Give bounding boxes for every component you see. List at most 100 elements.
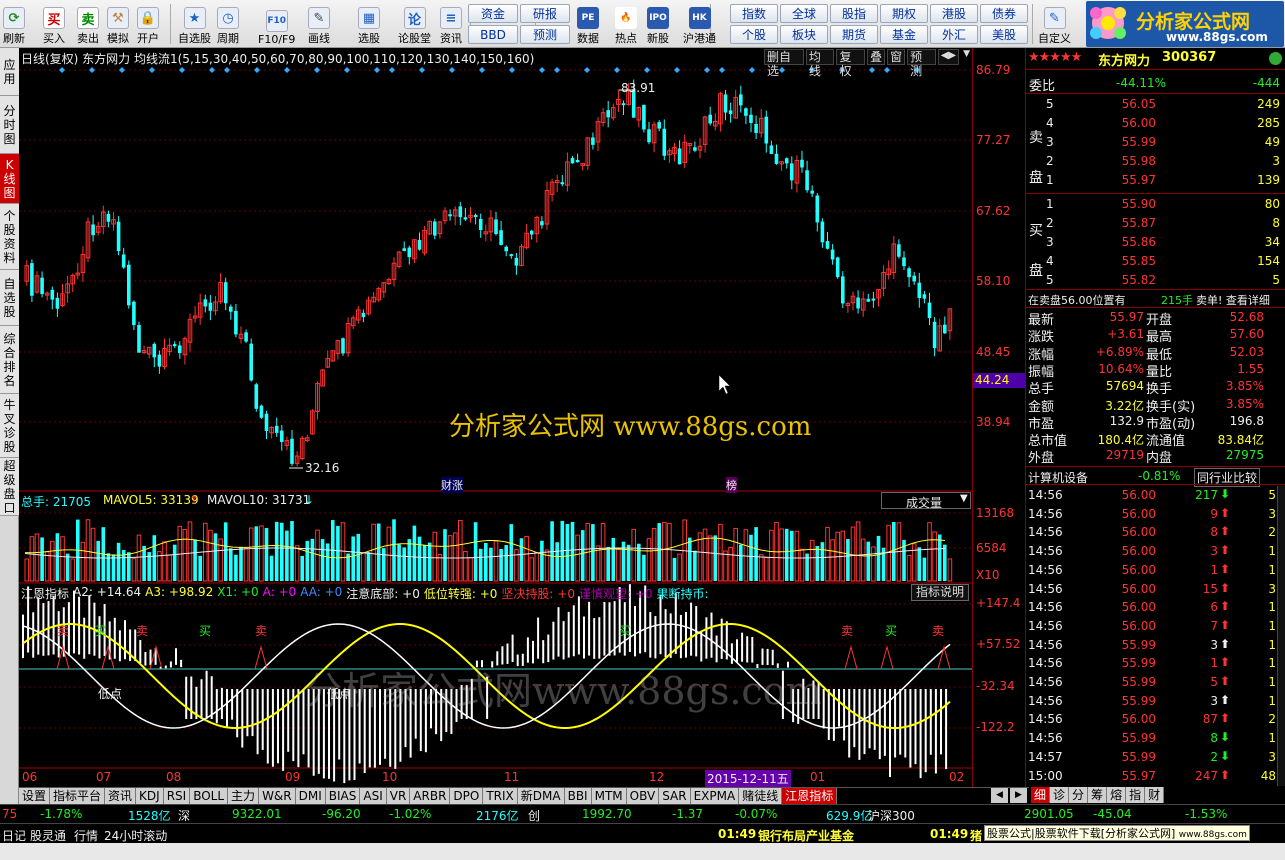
toolbar-lock-button[interactable]: 🔒 开户 [137, 2, 159, 46]
toolbar-discuss-button[interactable]: 论论股堂 [398, 2, 431, 46]
toolbar-star-button[interactable]: ★ 自选股 [178, 2, 211, 46]
ask-row[interactable]: 5 56.05 249 [1026, 95, 1285, 114]
toolbar-buy-button[interactable]: 买买入 [43, 2, 65, 46]
bid-row[interactable]: 1 55.90 80 [1026, 195, 1285, 214]
left-tab-1[interactable]: 分时图 [0, 96, 19, 154]
toolbar-clock-button[interactable]: ◷ 周期 [217, 2, 239, 46]
toolbar-pen-button[interactable]: ✎ 画线 [308, 2, 330, 46]
indicator-tab[interactable]: 资讯 [105, 788, 137, 804]
chart-tool-button[interactable]: 删自选 [764, 49, 804, 78]
scroll-left-icon[interactable]: ◀ [991, 788, 1008, 803]
chart-tool-button[interactable]: 预测 [907, 49, 936, 78]
toolbar-screen-button[interactable]: ▦ 选股 [358, 2, 380, 46]
event-mark[interactable]: 财涨 [441, 477, 463, 493]
right-tab[interactable]: 指 [1126, 787, 1146, 803]
ask-row[interactable]: 1 55.97 139 [1026, 171, 1285, 190]
toolbar-text-button[interactable]: 资金 [468, 4, 518, 23]
toolbar-market-button[interactable]: 外汇 [930, 25, 978, 44]
indicator-tab[interactable]: SAR [659, 788, 691, 804]
indicator-tab[interactable]: ARBR [410, 788, 451, 804]
order-detail-link[interactable]: 卖单! 查看详细 [1196, 292, 1270, 308]
indicator-tab[interactable]: BOLL [190, 788, 229, 804]
news-scroll-link[interactable]: 24小时滚动 [104, 827, 167, 844]
bid-row[interactable]: 2 55.87 8 [1026, 214, 1285, 233]
indicator-tab[interactable]: KDJ [136, 788, 164, 804]
guling-link[interactable]: 股灵通 [30, 827, 66, 844]
toolbar-gavel-button[interactable]: ⚒ 模拟 [107, 2, 129, 46]
indicator-tab[interactable]: DPO [450, 788, 484, 804]
bid-row[interactable]: 5 55.82 5 [1026, 271, 1285, 290]
right-tab[interactable]: 财 [1145, 787, 1165, 803]
indicator-tab[interactable]: TRIX [483, 788, 518, 804]
diary-link[interactable]: 日记 [2, 827, 26, 844]
indicator-tab[interactable]: ASI [360, 788, 387, 804]
toolbar-market-button[interactable]: 期货 [830, 25, 878, 44]
indicator-tab[interactable]: 赌徒线 [739, 788, 783, 804]
indicator-tab[interactable]: 新DMA [517, 788, 565, 804]
left-tab-3[interactable]: 个股资料 [0, 204, 19, 270]
indicator-tab[interactable]: BBI [564, 788, 592, 804]
toolbar-hk-button[interactable]: HK 沪港通 [683, 2, 716, 46]
indicator-tab[interactable]: 指标平台 [50, 788, 106, 804]
toolbar-fire-button[interactable]: 🔥 热点 [615, 2, 637, 46]
toolbar-pe-button[interactable]: PE 数据 [577, 2, 599, 46]
right-tab[interactable]: 诊 [1050, 787, 1070, 803]
left-tab-4[interactable]: 自选股 [0, 270, 19, 326]
news-headline[interactable]: 银行布局产业基金 [758, 827, 854, 844]
toolbar-market-button[interactable]: 板块 [780, 25, 828, 44]
right-tab[interactable]: 分 [1069, 787, 1089, 803]
chevron-down-icon[interactable]: ▼ [961, 49, 972, 65]
toolbar-market-button[interactable]: 债券 [980, 4, 1028, 23]
indicator-tab[interactable]: 主力 [228, 788, 260, 804]
scroll-right-icon[interactable]: ▶ [1010, 788, 1027, 803]
quote-link[interactable]: 行情 [74, 827, 98, 844]
ask-row[interactable]: 2 55.98 3 [1026, 152, 1285, 171]
toolbar-market-button[interactable]: 港股 [930, 4, 978, 23]
tick-scrollbar[interactable] [1277, 486, 1285, 786]
indicator-help-button[interactable]: 指标说明 [911, 584, 969, 601]
ask-row[interactable]: 3 55.99 49 [1026, 133, 1285, 152]
event-mark[interactable]: 榜 [726, 477, 737, 493]
indicator-tab[interactable]: BIAS [325, 788, 361, 804]
right-tab[interactable]: 熔 [1107, 787, 1127, 803]
chart-tool-button[interactable]: 窗 [887, 49, 906, 65]
bid-row[interactable]: 4 55.85 154 [1026, 252, 1285, 271]
toolbar-text-button[interactable]: 研报 [520, 4, 570, 23]
toolbar-f10-button[interactable]: F10 F10/F9 [258, 2, 295, 46]
left-tab-5[interactable]: 综合排名 [0, 326, 19, 394]
ask-row[interactable]: 4 56.00 285 [1026, 114, 1285, 133]
toolbar-market-button[interactable]: 个股 [730, 25, 778, 44]
indicator-tab[interactable]: MTM [591, 788, 627, 804]
toolbar-market-button[interactable]: 美股 [980, 25, 1028, 44]
chart-tool-button[interactable]: 均线 [805, 49, 835, 78]
indicator-tab[interactable]: 江恩指标 [782, 788, 838, 804]
toolbar-news-button[interactable]: ≡ 资讯 [440, 2, 462, 46]
toolbar-market-button[interactable]: 基金 [880, 25, 928, 44]
indicator-tab[interactable]: OBV [626, 788, 660, 804]
chart-tool-button[interactable]: 复权 [836, 49, 866, 78]
left-tab-7[interactable]: 超级盘口 [0, 458, 19, 516]
indicator-tab[interactable]: W&R [259, 788, 296, 804]
toolbar-text-button[interactable]: 预测 [520, 25, 570, 44]
toolbar-text-button[interactable]: BBD [468, 25, 518, 44]
volume-select[interactable]: 成交量 ▼ [881, 492, 971, 510]
indicator-tab[interactable]: 设置 [19, 788, 51, 804]
toolbar-sell-button[interactable]: 卖卖出 [77, 2, 99, 46]
chart-tool-button[interactable]: 叠 [867, 49, 886, 65]
toolbar-ipo-button[interactable]: IPO 新股 [647, 2, 669, 46]
indicator-tab[interactable]: VR [386, 788, 411, 804]
toolbar-market-button[interactable]: 全球 [780, 4, 828, 23]
right-tab[interactable]: 细 [1031, 787, 1051, 803]
toolbar-market-button[interactable]: 指数 [730, 4, 778, 23]
toolbar-market-button[interactable]: 股指 [830, 4, 878, 23]
toolbar-custom-button[interactable]: ✎ 自定义 [1038, 2, 1071, 46]
kline-chart-area[interactable]: 日线(复权) 东方网力 均线流1(5,15,30,40,50,60,70,80,… [19, 48, 972, 787]
toolbar-refresh-button[interactable]: ⟳ 刷新 [3, 2, 25, 46]
chart-nav-arrows[interactable]: ◀▶ [937, 49, 960, 65]
indicator-tab[interactable]: DMI [295, 788, 326, 804]
toolbar-market-button[interactable]: 期权 [880, 4, 928, 23]
left-tab-0[interactable]: 应用 [0, 48, 19, 96]
bid-row[interactable]: 3 55.86 34 [1026, 233, 1285, 252]
right-tab[interactable]: 筹 [1088, 787, 1108, 803]
indicator-tab[interactable]: RSI [163, 788, 191, 804]
